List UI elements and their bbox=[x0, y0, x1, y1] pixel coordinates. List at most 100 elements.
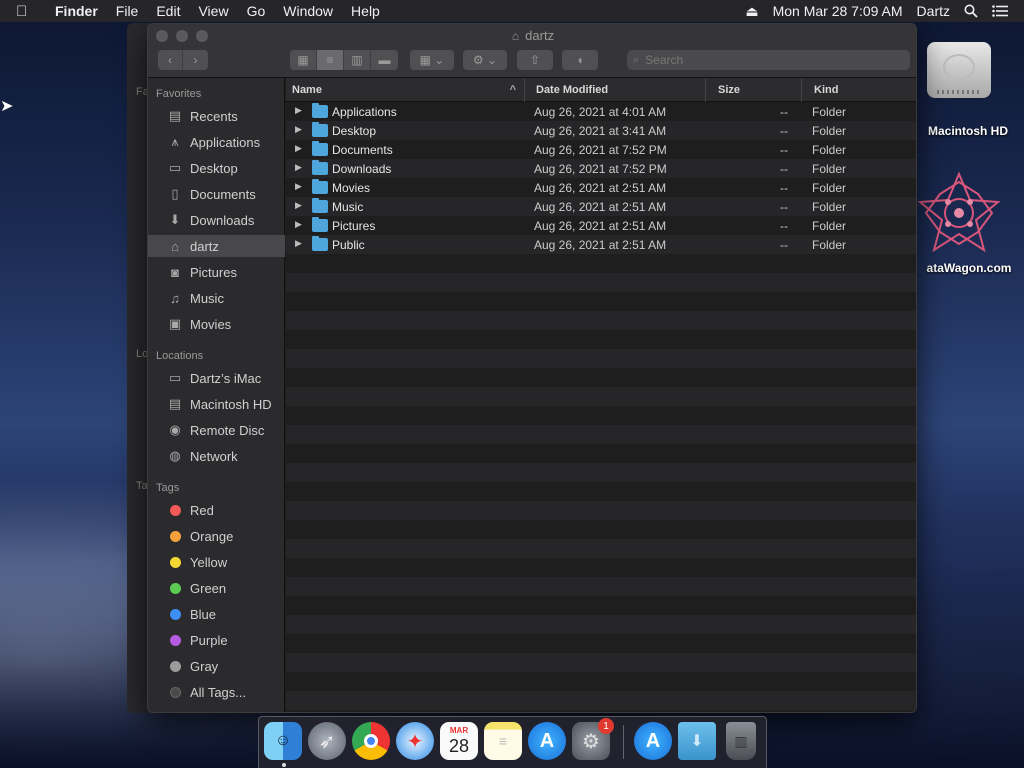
table-row[interactable]: ▶ Documents Aug 26, 2021 at 7:52 PM -- F… bbox=[286, 140, 916, 159]
table-row[interactable]: ▶ Music Aug 26, 2021 at 2:51 AM -- Folde… bbox=[286, 197, 916, 216]
sidebar-tag-purple[interactable]: Purple bbox=[148, 629, 285, 651]
sidebar-tag-red[interactable]: Red bbox=[148, 499, 285, 521]
dock-app-store-folder[interactable]: A bbox=[634, 722, 672, 760]
table-row[interactable]: ▶ Downloads Aug 26, 2021 at 7:52 PM -- F… bbox=[286, 159, 916, 178]
action-button[interactable]: ⚙ ⌄ bbox=[463, 50, 507, 70]
sidebar-tag-orange[interactable]: Orange bbox=[148, 525, 285, 547]
apple-menu-icon[interactable]:  bbox=[16, 3, 38, 20]
spotlight-search-icon[interactable] bbox=[964, 4, 978, 18]
sidebar-item-imac[interactable]: ▭ Dartz’s iMac bbox=[148, 367, 285, 389]
dock-system-preferences[interactable]: ⚙ 1 bbox=[572, 718, 614, 760]
back-forward-control: ‹ › bbox=[158, 50, 208, 70]
file-name: Pictures bbox=[332, 219, 376, 233]
dock-downloads[interactable]: ⬇ bbox=[678, 722, 716, 760]
column-view-button[interactable]: ▥ bbox=[344, 50, 371, 70]
sidebar-item-remote-disc[interactable]: ◉ Remote Disc bbox=[148, 419, 285, 441]
dock-trash[interactable]: ▥ bbox=[726, 722, 756, 760]
table-row[interactable]: ▶ Movies Aug 26, 2021 at 2:51 AM -- Fold… bbox=[286, 178, 916, 197]
sidebar-item-label: Movies bbox=[190, 316, 232, 332]
menu-clock[interactable]: Mon Mar 28 7:09 AM bbox=[773, 3, 903, 19]
datawagon-logo-icon[interactable] bbox=[918, 172, 1000, 254]
gallery-view-button[interactable]: ▬ bbox=[371, 50, 398, 70]
sidebar-item-macintosh-hd[interactable]: ▤ Macintosh HD bbox=[148, 393, 285, 415]
desktop-macintosh-hd[interactable] bbox=[923, 34, 995, 110]
finder-face-icon: ☺ bbox=[274, 732, 292, 749]
file-date: Aug 26, 2021 at 2:51 AM bbox=[534, 200, 667, 214]
sidebar-item-label: Green bbox=[190, 580, 227, 596]
chrome-icon bbox=[364, 734, 378, 748]
file-date: Aug 26, 2021 at 7:52 PM bbox=[534, 162, 667, 176]
file-kind: Folder bbox=[812, 238, 847, 252]
empty-row bbox=[286, 501, 916, 520]
sidebar-item-movies[interactable]: ▣ Movies bbox=[148, 313, 285, 335]
column-header-date[interactable]: Date Modified bbox=[530, 78, 706, 102]
forward-button[interactable]: › bbox=[183, 50, 208, 70]
sidebar-tag-green[interactable]: Green bbox=[148, 577, 285, 599]
sidebar-tag-blue[interactable]: Blue bbox=[148, 603, 285, 625]
menu-edit[interactable]: Edit bbox=[156, 3, 180, 19]
sidebar-heading-locations: Locations bbox=[156, 350, 204, 362]
share-button[interactable]: ⇧ bbox=[517, 50, 553, 70]
menu-user[interactable]: Dartz bbox=[917, 3, 950, 19]
dock-safari[interactable]: ✦ bbox=[396, 722, 434, 760]
column-header-size[interactable]: Size bbox=[712, 78, 802, 102]
sidebar-item-music[interactable]: ♫ Music bbox=[148, 287, 285, 309]
disclosure-triangle-icon[interactable]: ▶ bbox=[295, 162, 302, 173]
dock-notes[interactable]: ≡ bbox=[484, 722, 522, 760]
file-kind: Folder bbox=[812, 143, 847, 157]
sidebar-item-recents[interactable]: ▤ Recents bbox=[148, 105, 285, 127]
disclosure-triangle-icon[interactable]: ▶ bbox=[295, 181, 302, 192]
tag-dot-icon bbox=[169, 634, 181, 646]
disclosure-triangle-icon[interactable]: ▶ bbox=[295, 105, 302, 116]
list-view-button[interactable]: ≡ bbox=[317, 50, 344, 70]
disclosure-triangle-icon[interactable]: ▶ bbox=[295, 238, 302, 249]
column-header-name[interactable]: Name ^ bbox=[286, 78, 525, 102]
sidebar-item-dartz[interactable]: ⌂ dartz bbox=[148, 235, 285, 257]
disclosure-triangle-icon[interactable]: ▶ bbox=[295, 143, 302, 154]
menu-view[interactable]: View bbox=[198, 3, 228, 19]
eject-icon[interactable]: ⏏ bbox=[745, 3, 758, 20]
sidebar-item-downloads[interactable]: ⬇ Downloads bbox=[148, 209, 285, 231]
dock-finder[interactable]: ☺ bbox=[264, 722, 302, 760]
table-row[interactable]: ▶ Desktop Aug 26, 2021 at 3:41 AM -- Fol… bbox=[286, 121, 916, 140]
sidebar-item-documents[interactable]: ▯ Documents bbox=[148, 183, 285, 205]
menu-help[interactable]: Help bbox=[351, 3, 380, 19]
menu-file[interactable]: File bbox=[116, 3, 139, 19]
notification-center-icon[interactable] bbox=[992, 5, 1008, 17]
sidebar-tag-gray[interactable]: Gray bbox=[148, 655, 285, 677]
menu-go[interactable]: Go bbox=[247, 3, 266, 19]
disc-icon: ◉ bbox=[169, 422, 181, 437]
column-header-kind[interactable]: Kind bbox=[808, 78, 916, 102]
back-button[interactable]: ‹ bbox=[158, 50, 184, 70]
disclosure-triangle-icon[interactable]: ▶ bbox=[295, 124, 302, 135]
empty-row bbox=[286, 558, 916, 577]
table-row[interactable]: ▶ Applications Aug 26, 2021 at 4:01 AM -… bbox=[286, 102, 916, 121]
empty-row bbox=[286, 444, 916, 463]
sidebar-item-desktop[interactable]: ▭ Desktop bbox=[148, 157, 285, 179]
empty-row bbox=[286, 406, 916, 425]
folder-icon bbox=[312, 236, 328, 251]
menu-app-name[interactable]: Finder bbox=[55, 3, 98, 19]
sidebar-tag-all[interactable]: All Tags... bbox=[148, 681, 285, 703]
tag-button[interactable]: ◖ bbox=[562, 50, 598, 70]
menu-window[interactable]: Window bbox=[283, 3, 333, 19]
sidebar-tag-yellow[interactable]: Yellow bbox=[148, 551, 285, 573]
table-row[interactable]: ▶ Pictures Aug 26, 2021 at 2:51 AM -- Fo… bbox=[286, 216, 916, 235]
table-row[interactable]: ▶ Public Aug 26, 2021 at 2:51 AM -- Fold… bbox=[286, 235, 916, 254]
compass-icon: ✦ bbox=[406, 730, 424, 753]
disclosure-triangle-icon[interactable]: ▶ bbox=[295, 219, 302, 230]
file-list: Name ^ Date Modified Size Kind ▶ Applica… bbox=[286, 78, 916, 712]
dock-app-store[interactable]: A bbox=[528, 722, 566, 760]
sidebar-item-applications[interactable]: ⩚ Applications bbox=[148, 131, 285, 153]
icon-view-button[interactable]: ▦ bbox=[290, 50, 317, 70]
sidebar-item-pictures[interactable]: ◙ Pictures bbox=[148, 261, 285, 283]
disclosure-triangle-icon[interactable]: ▶ bbox=[295, 200, 302, 211]
dock-launchpad[interactable]: ➶ bbox=[308, 722, 346, 760]
sidebar-item-network[interactable]: ◍ Network bbox=[148, 445, 285, 467]
dock-calendar[interactable]: MAR 28 bbox=[440, 722, 478, 760]
dock-chrome[interactable] bbox=[352, 722, 390, 760]
group-button[interactable]: ▦ ⌄ bbox=[410, 50, 454, 70]
search-field[interactable]: ⌕ Search bbox=[627, 50, 910, 70]
file-size: -- bbox=[780, 200, 788, 214]
tag-icon: ◖ bbox=[576, 53, 584, 67]
